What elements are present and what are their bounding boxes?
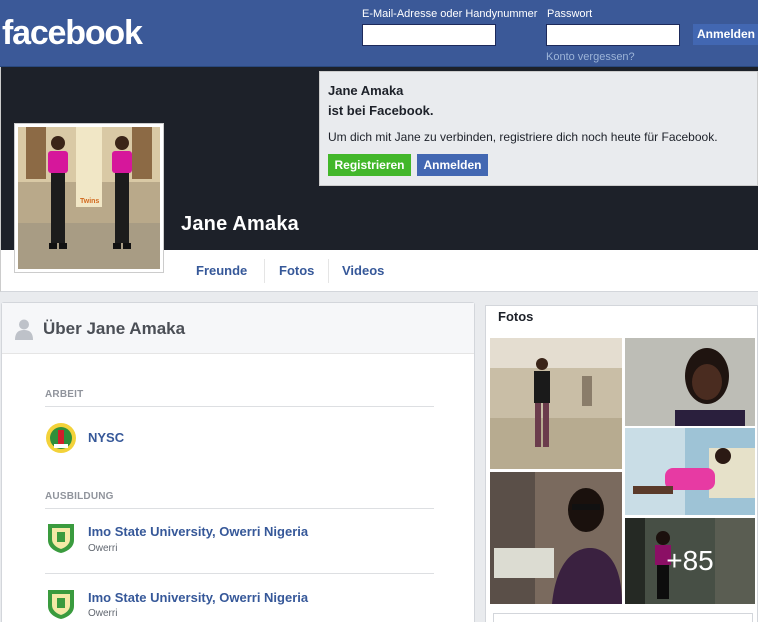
password-label: Passwort [547,8,593,20]
photos-panel: Fotos +85 [485,305,758,622]
profile-name[interactable]: Jane Amaka [181,213,299,236]
login-button[interactable]: Anmelden [693,24,758,45]
nav-divider [264,259,265,283]
email-input[interactable] [362,24,496,46]
education-section-label: Ausbildung [45,491,114,502]
university-logo-icon [48,524,74,553]
photo-thumbnail[interactable] [625,338,755,426]
profile-picture-caption: Twins [80,198,99,205]
person-icon [15,319,33,340]
about-title: Über Jane Amaka [43,319,186,338]
photo-image [490,472,622,604]
education-entry-title[interactable]: Imo State University, Owerri Nigeria [88,590,308,605]
profile-picture[interactable]: Twins [14,123,164,273]
signup-prompt: Jane Amaka ist bei Facebook. Um dich mit… [319,71,758,186]
section-divider [45,573,434,574]
tab-friends[interactable]: Freunde [196,250,247,292]
password-input[interactable] [546,24,680,46]
email-label: E-Mail-Adresse oder Handynummer [362,8,538,20]
section-divider [45,508,434,509]
education-entry-title[interactable]: Imo State University, Owerri Nigeria [88,524,308,539]
education-entry-location: Owerri [88,608,118,619]
about-header: Über Jane Amaka [2,303,474,354]
work-entry-title[interactable]: NYSC [88,430,124,445]
photo-image [625,338,755,426]
signup-is-on-facebook: ist bei Facebook. [328,103,434,118]
photos-panel-footer [493,613,753,622]
signup-login-button[interactable]: Anmelden [417,154,488,176]
photo-image [625,428,755,515]
nysc-logo-icon [46,423,76,453]
section-divider [45,406,434,407]
tab-photos[interactable]: Fotos [279,250,314,292]
university-logo-icon [48,590,74,619]
photo-thumbnail-more[interactable]: +85 [625,518,755,604]
photo-thumbnail[interactable] [490,338,622,469]
photo-thumbnail[interactable] [490,472,622,604]
tab-videos[interactable]: Videos [342,250,384,292]
forgot-account-link[interactable]: Konto vergessen? [546,51,635,63]
photo-thumbnail[interactable] [625,428,755,515]
profile-picture-image: Twins [18,127,160,269]
nav-divider [328,259,329,283]
photo-image [490,338,622,469]
photos-title[interactable]: Fotos [498,309,533,324]
register-button[interactable]: Registrieren [328,154,411,176]
signup-description: Um dich mit Jane zu verbinden, registrie… [328,130,718,144]
more-photos-count[interactable]: +85 [625,518,755,604]
top-bar: facebook E-Mail-Adresse oder Handynummer… [0,0,758,67]
facebook-logo[interactable]: facebook [2,14,143,53]
signup-person-name: Jane Amaka [328,83,404,98]
work-section-label: Arbeit [45,389,84,400]
education-entry-location: Owerri [88,543,118,554]
about-panel: Über Jane Amaka Arbeit NYSC Ausbildung I… [1,302,475,622]
